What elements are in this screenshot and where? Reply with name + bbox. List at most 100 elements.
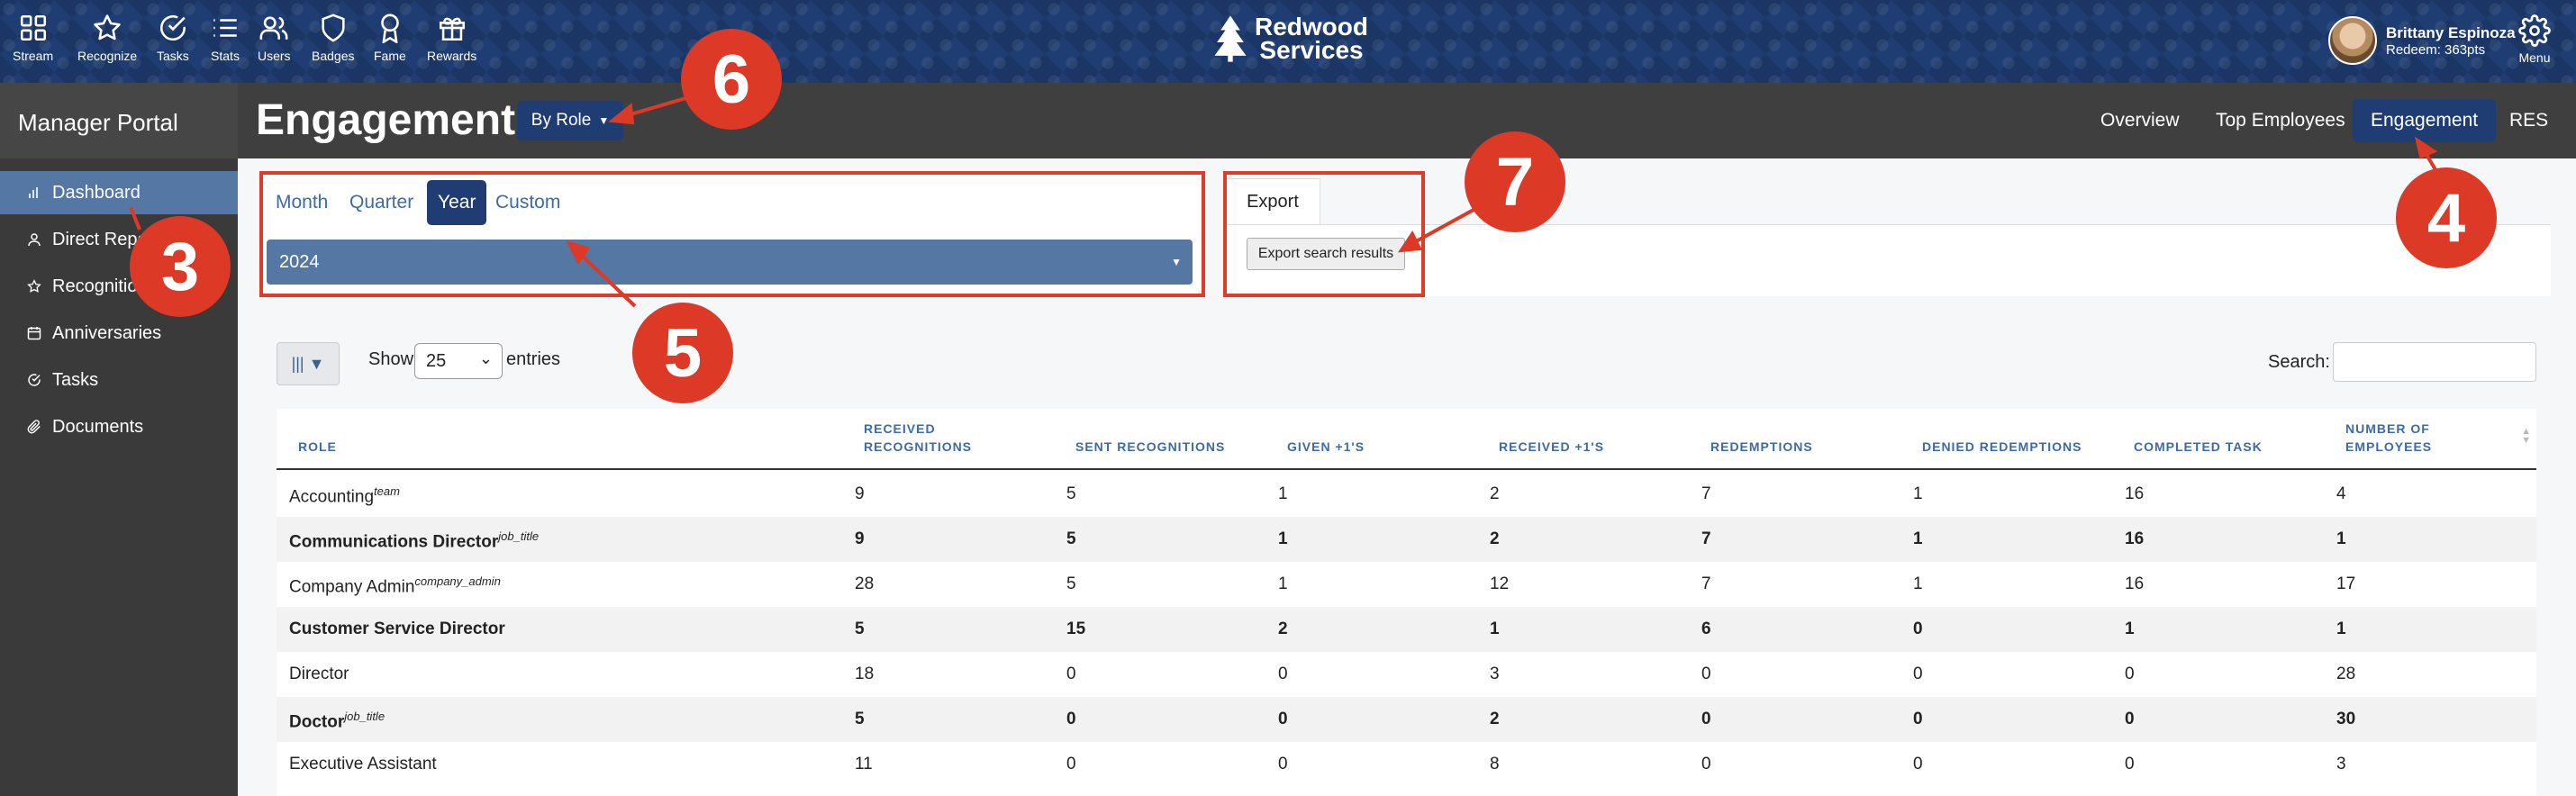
nav-recognize[interactable]: Recognize [77,13,137,67]
bar-chart-icon [25,186,43,199]
table-cell: 0 [1701,755,1711,773]
table-cell: 1 [1913,574,1923,593]
column-header[interactable]: Denied Redemptions [1922,438,2082,456]
role-name: Company Admin [289,577,415,597]
table-cell: 28 [855,574,875,593]
user-points: Redeem: 363pts [2386,41,2486,58]
table-cell: 7 [1701,484,1711,503]
sidebar-item-dashboard[interactable]: Dashboard [0,171,238,214]
role-tag: job_title [498,529,540,543]
table-cell: 2 [1490,710,1500,728]
search-label: Search: [2268,352,2330,372]
column-header[interactable]: Number of Employees [2345,420,2463,456]
caret-down-icon: ▼ [598,114,610,127]
gear-icon [2518,14,2551,47]
table-cell: 0 [1913,755,1923,773]
table-cell: 1 [1913,484,1923,503]
user-profile[interactable]: Brittany Espinoza Redeem: 363pts [2328,16,2516,65]
entries-label: entries [506,349,561,369]
role-name: Doctor [289,712,345,732]
person-icon [25,232,43,247]
gift-icon [439,17,465,41]
table-cell: 0 [1278,665,1288,683]
nav-rewards[interactable]: Rewards [427,13,476,67]
column-header[interactable]: Given +1's [1287,438,1365,456]
role-cell: Communications Directorjob_title [289,529,539,552]
annotation-badge: 7 [1465,131,1565,232]
annotation-badge: 3 [130,216,231,317]
table-cell: 9 [855,529,865,548]
paperclip-icon [25,420,43,434]
table-row: Doctorjob_title 5 0 0 2 0 0 0 30 [277,697,2536,742]
role-cell: Director [289,665,349,684]
nav-label: Tasks [157,49,189,63]
nav-label: Stats [211,49,240,63]
column-header[interactable]: Redemptions [1710,438,1813,456]
star-icon [94,14,121,41]
sidebar-item-label: Documents [52,416,144,437]
table-cell: 0 [1278,755,1288,773]
table-cell: 2 [1490,529,1500,548]
table-cell: 6 [1701,620,1711,638]
annotation-box-export [1223,171,1425,297]
table-cell: 0 [2125,755,2135,773]
column-visibility-button[interactable]: ||| ▼ [277,342,340,385]
column-header[interactable]: Received Recognitions [864,420,999,456]
nav-label: Recognize [77,49,138,63]
page-header: Manager Portal Engagement By Role ▼ Over… [0,83,2576,158]
tab-res[interactable]: RES [2491,99,2566,142]
check-circle-icon [25,373,43,387]
sidebar-item-tasks[interactable]: Tasks [0,358,238,402]
chevron-down-icon: ⌄ [478,349,493,367]
sidebar-item-documents[interactable]: Documents [0,405,238,448]
table-cell: 0 [1066,710,1076,728]
tab-top-employees[interactable]: Top Employees [2198,99,2363,142]
nav-users[interactable]: Users [258,13,291,67]
tab-overview[interactable]: Overview [2082,99,2198,142]
nav-tasks[interactable]: Tasks [157,13,189,67]
page-title: Engagement [256,96,516,144]
table-cell: 4 [2336,484,2346,503]
brand-logo[interactable]: Redwood Services [1211,14,1368,63]
role-cell: Doctorjob_title [289,710,385,732]
table-cell: 1 [2336,620,2346,638]
column-header[interactable]: Received +1's [1499,438,1604,456]
table-cell: 0 [1913,665,1923,683]
search-input[interactable] [2333,342,2536,382]
table-cell: 12 [1490,574,1510,593]
nav-label: Users [258,49,291,63]
sidebar-item-label: Tasks [52,369,99,390]
calendar-icon [25,326,43,340]
table-cell: 1 [2336,529,2346,548]
table-cell: 8 [1490,755,1500,773]
column-header[interactable]: Sent Recognitions [1075,438,1225,456]
tab-engagement[interactable]: Engagement [2353,99,2497,142]
sidebar-item-anniversaries[interactable]: Anniversaries [0,312,238,355]
by-role-label: By Role [531,111,592,130]
check-circle-icon [159,14,186,41]
table-cell: 2 [1278,620,1288,638]
table-cell: 18 [855,665,875,683]
nav-badges[interactable]: Badges [312,13,354,67]
column-header[interactable]: Role [298,438,337,456]
by-role-dropdown[interactable]: By Role ▼ [517,101,623,140]
table-cell: 5 [855,620,865,638]
sort-icon[interactable]: ▲ ▼ [2521,427,2531,446]
page-length-select[interactable]: 25 ⌄ [414,343,503,379]
table-cell: 1 [2125,620,2135,638]
nav-fame[interactable]: Fame [374,13,406,67]
nav-stream[interactable]: Stream [13,13,53,67]
role-cell: Accountingteam [289,484,400,507]
nav-label: Rewards [427,49,477,63]
column-header[interactable]: Completed Task [2134,438,2263,456]
menu-button[interactable]: Menu [2518,14,2551,65]
portal-title: Manager Portal [18,109,178,136]
table-cell: 0 [1066,755,1076,773]
role-name: Customer Service Director [289,620,505,638]
nav-label: Fame [374,49,406,63]
tree-icon [1214,15,1247,62]
table-row: Customer Service Director 5 15 2 1 6 0 1 1 [277,607,2536,652]
page-length-value: 25 [426,350,447,371]
nav-stats[interactable]: Stats [210,13,240,67]
avatar[interactable] [2328,16,2377,65]
